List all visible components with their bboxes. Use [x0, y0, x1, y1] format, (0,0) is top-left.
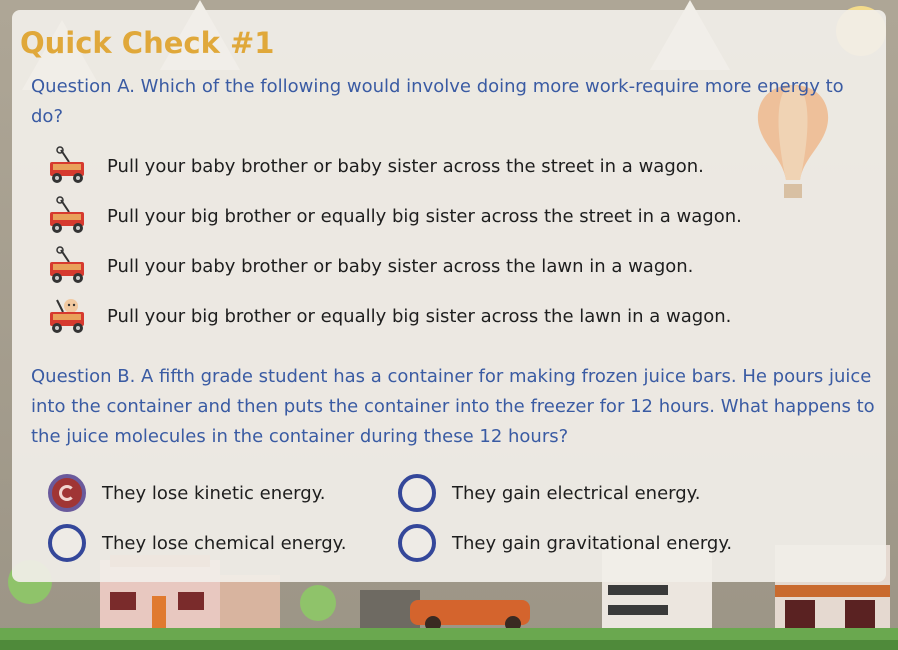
- shop-awning: [775, 585, 890, 597]
- wagon-with-child-icon: [50, 299, 84, 333]
- question-a-option-3[interactable]: Pull your baby brother or baby sister ac…: [47, 246, 693, 286]
- wagon-icon: [50, 196, 84, 233]
- wagon-icon: [50, 146, 84, 183]
- question-b-option-2[interactable]: They gain electrical energy.: [398, 474, 700, 512]
- window: [178, 592, 204, 610]
- question-b-option-4[interactable]: They gain gravitational energy.: [398, 524, 732, 562]
- option-label: Pull your baby brother or baby sister ac…: [107, 255, 694, 277]
- option-label: They lose kinetic energy.: [102, 482, 326, 504]
- question-b-option-1[interactable]: They lose kinetic energy.: [48, 474, 326, 512]
- question-b-text: Question B. A fifth grade student has a …: [31, 366, 875, 447]
- page-title: Quick Check #1: [20, 26, 275, 60]
- question-a-option-2[interactable]: Pull your big brother or equally big sis…: [47, 196, 742, 236]
- window: [110, 592, 136, 610]
- option-label: Pull your big brother or equally big sis…: [107, 205, 742, 227]
- option-label: They gain gravitational energy.: [452, 532, 733, 554]
- radio-button-selected[interactable]: [48, 474, 86, 512]
- question-a-text: Question A. Which of the following would…: [31, 76, 844, 127]
- option-label: Pull your big brother or equally big sis…: [107, 305, 732, 327]
- question-b-option-3[interactable]: They lose chemical energy.: [48, 524, 346, 562]
- radio-button[interactable]: [48, 524, 86, 562]
- tree: [300, 585, 336, 621]
- question-a-option-1[interactable]: Pull your baby brother or baby sister ac…: [47, 146, 704, 186]
- option-label: They gain electrical energy.: [452, 482, 701, 504]
- window: [785, 600, 815, 628]
- door: [152, 596, 166, 628]
- question-a-option-4[interactable]: Pull your big brother or equally big sis…: [47, 296, 731, 336]
- store-building: [220, 575, 280, 630]
- window: [608, 605, 668, 615]
- radio-button[interactable]: [398, 474, 436, 512]
- option-label: Pull your baby brother or baby sister ac…: [107, 155, 704, 177]
- wagon-icon: [50, 246, 84, 283]
- window: [608, 585, 668, 595]
- option-label: They lose chemical energy.: [102, 532, 347, 554]
- radio-button[interactable]: [398, 524, 436, 562]
- window: [845, 600, 875, 628]
- grass-edge: [0, 640, 898, 650]
